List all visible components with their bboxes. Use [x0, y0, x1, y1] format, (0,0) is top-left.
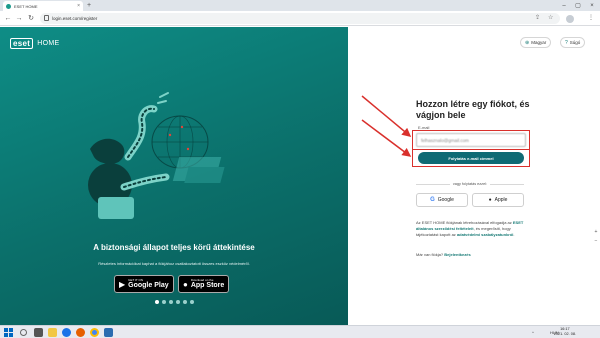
language-label: Magyar	[531, 40, 547, 45]
page-title: Hozzon létre egy fiókot, és vágjon bele	[416, 99, 530, 120]
browser-menu-icon[interactable]: ⋮	[588, 13, 594, 24]
help-icon: ?	[565, 39, 568, 46]
globe-icon: ⊕	[525, 39, 530, 46]
task-view-icon[interactable]	[34, 328, 43, 337]
carousel-dot[interactable]	[169, 300, 173, 304]
search-icon[interactable]	[20, 329, 27, 336]
file-explorer-icon[interactable]	[48, 328, 57, 337]
login-link[interactable]: Bejelentkezés	[444, 252, 470, 257]
tab-close-icon[interactable]: ×	[77, 3, 80, 9]
google-signin-button[interactable]: G Google	[416, 193, 468, 207]
windows-taskbar: ^ HUN 16:17 2021. 02. 08.	[0, 325, 600, 338]
home-wordmark: HOME	[37, 40, 60, 47]
help-label: Súgó	[569, 40, 581, 45]
carousel-dot[interactable]	[183, 300, 187, 304]
share-icon[interactable]: ⇪	[535, 13, 540, 24]
google-label: Google	[437, 197, 454, 203]
apple-signin-button[interactable]: ● Apple	[472, 193, 524, 207]
hero-section: eset HOME A biztonsági állapot teljes kö…	[0, 27, 348, 325]
app-store-label: App Store	[190, 282, 225, 289]
close-window-button[interactable]: ×	[585, 0, 599, 11]
help-button[interactable]: ? Súgó	[560, 37, 586, 48]
terms-pre: Az ESET HOME fiókjának létrehozásával el…	[416, 220, 512, 225]
new-tab-button[interactable]: +	[87, 1, 91, 10]
apple-icon: ●	[488, 197, 492, 203]
address-bar-row: ← → ↻ login.eset.com/register ⇪ ☆ ⋮	[0, 11, 600, 26]
app-icon[interactable]	[104, 328, 113, 337]
ui-panels	[172, 157, 225, 183]
language-selector[interactable]: ⊕ Magyar	[520, 37, 552, 48]
tab-title: ESET HOME	[14, 3, 38, 9]
clock-date: 2021. 02. 08.	[553, 332, 576, 336]
forward-button[interactable]: →	[14, 13, 24, 23]
carousel-dot[interactable]	[190, 300, 194, 304]
google-play-icon: ▶	[119, 279, 126, 289]
terms-end: .	[513, 232, 515, 237]
tray-arrow-icon[interactable]: ^	[532, 327, 534, 338]
reload-button[interactable]: ↻	[26, 13, 36, 23]
apple-icon: ●	[183, 279, 188, 289]
carousel-dot[interactable]	[162, 300, 166, 304]
carousel-dots	[155, 300, 194, 304]
firefox-icon[interactable]	[76, 328, 85, 337]
system-clock[interactable]: 16:17 2021. 02. 08.	[554, 327, 576, 337]
annotation-box-email	[412, 130, 530, 150]
eset-logo: eset	[10, 38, 34, 49]
login-prompt: Már van fiókja? Bejelentkezés	[416, 252, 471, 257]
divider-text: vagy folytatás ezzel:	[452, 182, 488, 186]
google-icon: G	[430, 197, 435, 203]
terms-text: Az ESET HOME fiókjának létrehozásával el…	[416, 220, 526, 238]
profile-avatar[interactable]	[566, 15, 574, 23]
minimize-button[interactable]: –	[557, 0, 571, 11]
chrome-icon[interactable]	[90, 328, 99, 337]
browser-tab-bar: ESET HOME × + – ▢ ×	[0, 0, 600, 11]
url-input[interactable]: login.eset.com/register	[40, 13, 560, 24]
side-scroll-controls[interactable]: + −	[592, 228, 600, 246]
bookmark-star-icon[interactable]: ☆	[548, 13, 553, 24]
google-play-badge[interactable]: ▶ GET IT ON Google Play	[114, 275, 174, 293]
app-store-badge[interactable]: ● Download on the App Store	[178, 275, 230, 293]
login-prompt-text: Már van fiókja?	[416, 252, 444, 257]
eset-home-logo[interactable]: eset HOME	[10, 38, 59, 49]
google-play-label: Google Play	[128, 282, 169, 289]
browser-tab[interactable]: ESET HOME ×	[3, 1, 83, 11]
annotation-box-button	[412, 149, 530, 167]
edge-icon[interactable]	[62, 328, 71, 337]
eset-favicon-icon	[6, 3, 11, 9]
back-button[interactable]: ←	[3, 13, 13, 23]
register-panel: ⊕ Magyar ? Súgó Hozzon létre egy fiókot,…	[348, 27, 600, 325]
maximize-button[interactable]: ▢	[571, 0, 585, 11]
hero-title: A biztonsági állapot teljes körű áttekin…	[93, 243, 255, 252]
carousel-dot[interactable]	[155, 300, 159, 304]
windows-start-icon[interactable]	[4, 328, 13, 337]
apple-label: Apple	[494, 197, 508, 203]
lock-icon[interactable]	[44, 15, 49, 21]
security-overview-illustration	[88, 92, 225, 219]
carousel-dot[interactable]	[176, 300, 180, 304]
or-divider: vagy folytatás ezzel:	[416, 182, 525, 186]
privacy-link[interactable]: adatvédelmi szabályzatunkról	[457, 232, 513, 237]
hero-subtitle: Részletes információkat kaphat a fiókjáh…	[98, 261, 250, 266]
